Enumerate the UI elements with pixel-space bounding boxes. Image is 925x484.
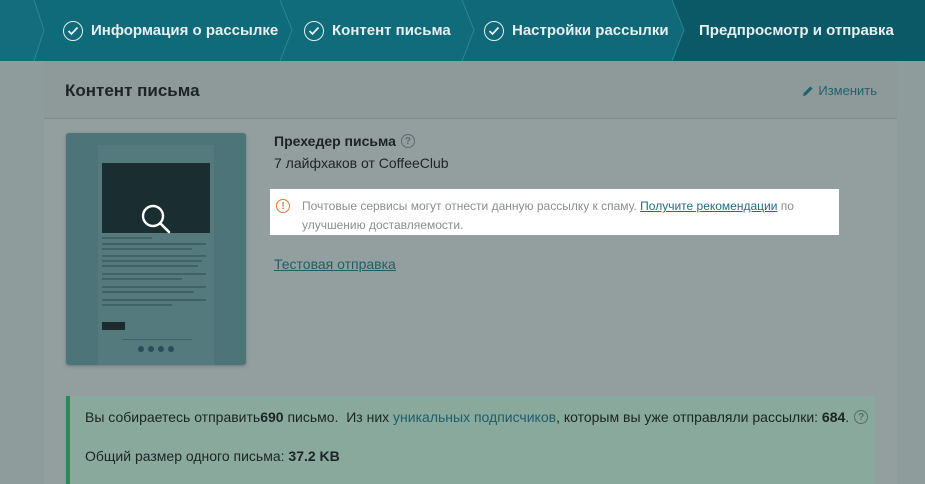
step-mailing-settings[interactable]: Настройки рассылки (484, 0, 669, 61)
step-mailing-info[interactable]: Информация о рассылке (63, 0, 278, 61)
check-circle-icon (63, 20, 83, 41)
step-label: Предпросмотр и отправка (699, 22, 894, 39)
edit-link[interactable]: Изменить (802, 83, 877, 98)
email-preview-thumbnail[interactable] (66, 133, 246, 365)
recipient-count: 690 (260, 409, 284, 425)
step-label: Настройки рассылки (512, 22, 669, 39)
summary-size: Общий размер одного письма: 37.2 KB (85, 448, 340, 464)
preview-line (102, 286, 206, 288)
preview-button (102, 322, 125, 330)
social-dot (158, 346, 164, 352)
wizard-steps: Информация о рассылке Контент письма Нас… (0, 0, 925, 61)
unique-count: 684 (821, 409, 846, 425)
preview-line (102, 248, 192, 250)
preheader-value: 7 лайфхаков от CoffeeClub (274, 155, 449, 171)
recommendations-link[interactable]: Получите рекомендации (640, 199, 777, 213)
test-send-link[interactable]: Тестовая отправка (274, 256, 396, 272)
preview-line (102, 265, 198, 267)
summary-text: . (845, 409, 850, 425)
check-circle-icon (484, 20, 504, 41)
preview-line (102, 255, 206, 257)
preview-line (102, 243, 206, 245)
preview-line (102, 278, 182, 280)
size-label: Общий размер одного письма: (85, 448, 289, 464)
warning-text: Почтовые сервисы могут отнести данную ра… (302, 199, 641, 213)
pencil-icon (803, 85, 813, 96)
preview-line (102, 291, 194, 293)
preview-line (102, 304, 172, 306)
send-summary: Вы собираетесь отправить 690 письмо. Из … (66, 396, 875, 484)
preview-line (102, 273, 206, 275)
preview-line (102, 237, 152, 239)
check-circle-icon (304, 20, 324, 41)
card-title: Контент письма (65, 81, 200, 100)
preview-line (122, 339, 192, 340)
unique-subscribers-link[interactable]: уникальных подписчиков (393, 409, 556, 425)
spam-warning: ! Почтовые сервисы могут отнести данную … (270, 189, 839, 235)
preheader-label-text: Прехедер письма (274, 133, 396, 149)
preview-line (102, 299, 206, 301)
magnifier-icon (141, 204, 171, 234)
social-dot (148, 346, 154, 352)
summary-text: , которым вы уже отправляли рассылки: (556, 409, 822, 425)
preview-line (102, 260, 202, 262)
step-letter-content[interactable]: Контент письма (304, 0, 451, 61)
warning-icon: ! (276, 199, 290, 213)
summary-text: письмо. Из них (283, 409, 394, 425)
step-label: Информация о рассылке (91, 22, 279, 39)
card-header: Контент письма Изменить (44, 61, 897, 119)
size-value: 37.2 KB (288, 448, 340, 464)
step-preview-send[interactable]: Предпросмотр и отправка (699, 0, 894, 61)
help-icon[interactable]: ? (854, 410, 869, 424)
preheader-label: Прехедер письма ? (274, 133, 415, 149)
summary-recipients: Вы собираетесь отправить 690 письмо. Из … (85, 409, 869, 425)
social-dot (168, 346, 174, 352)
summary-text: Вы собираетесь отправить (85, 409, 261, 425)
social-dot (138, 346, 144, 352)
edit-label: Изменить (818, 83, 877, 98)
help-icon[interactable]: ? (400, 134, 415, 148)
step-label: Контент письма (332, 22, 451, 39)
